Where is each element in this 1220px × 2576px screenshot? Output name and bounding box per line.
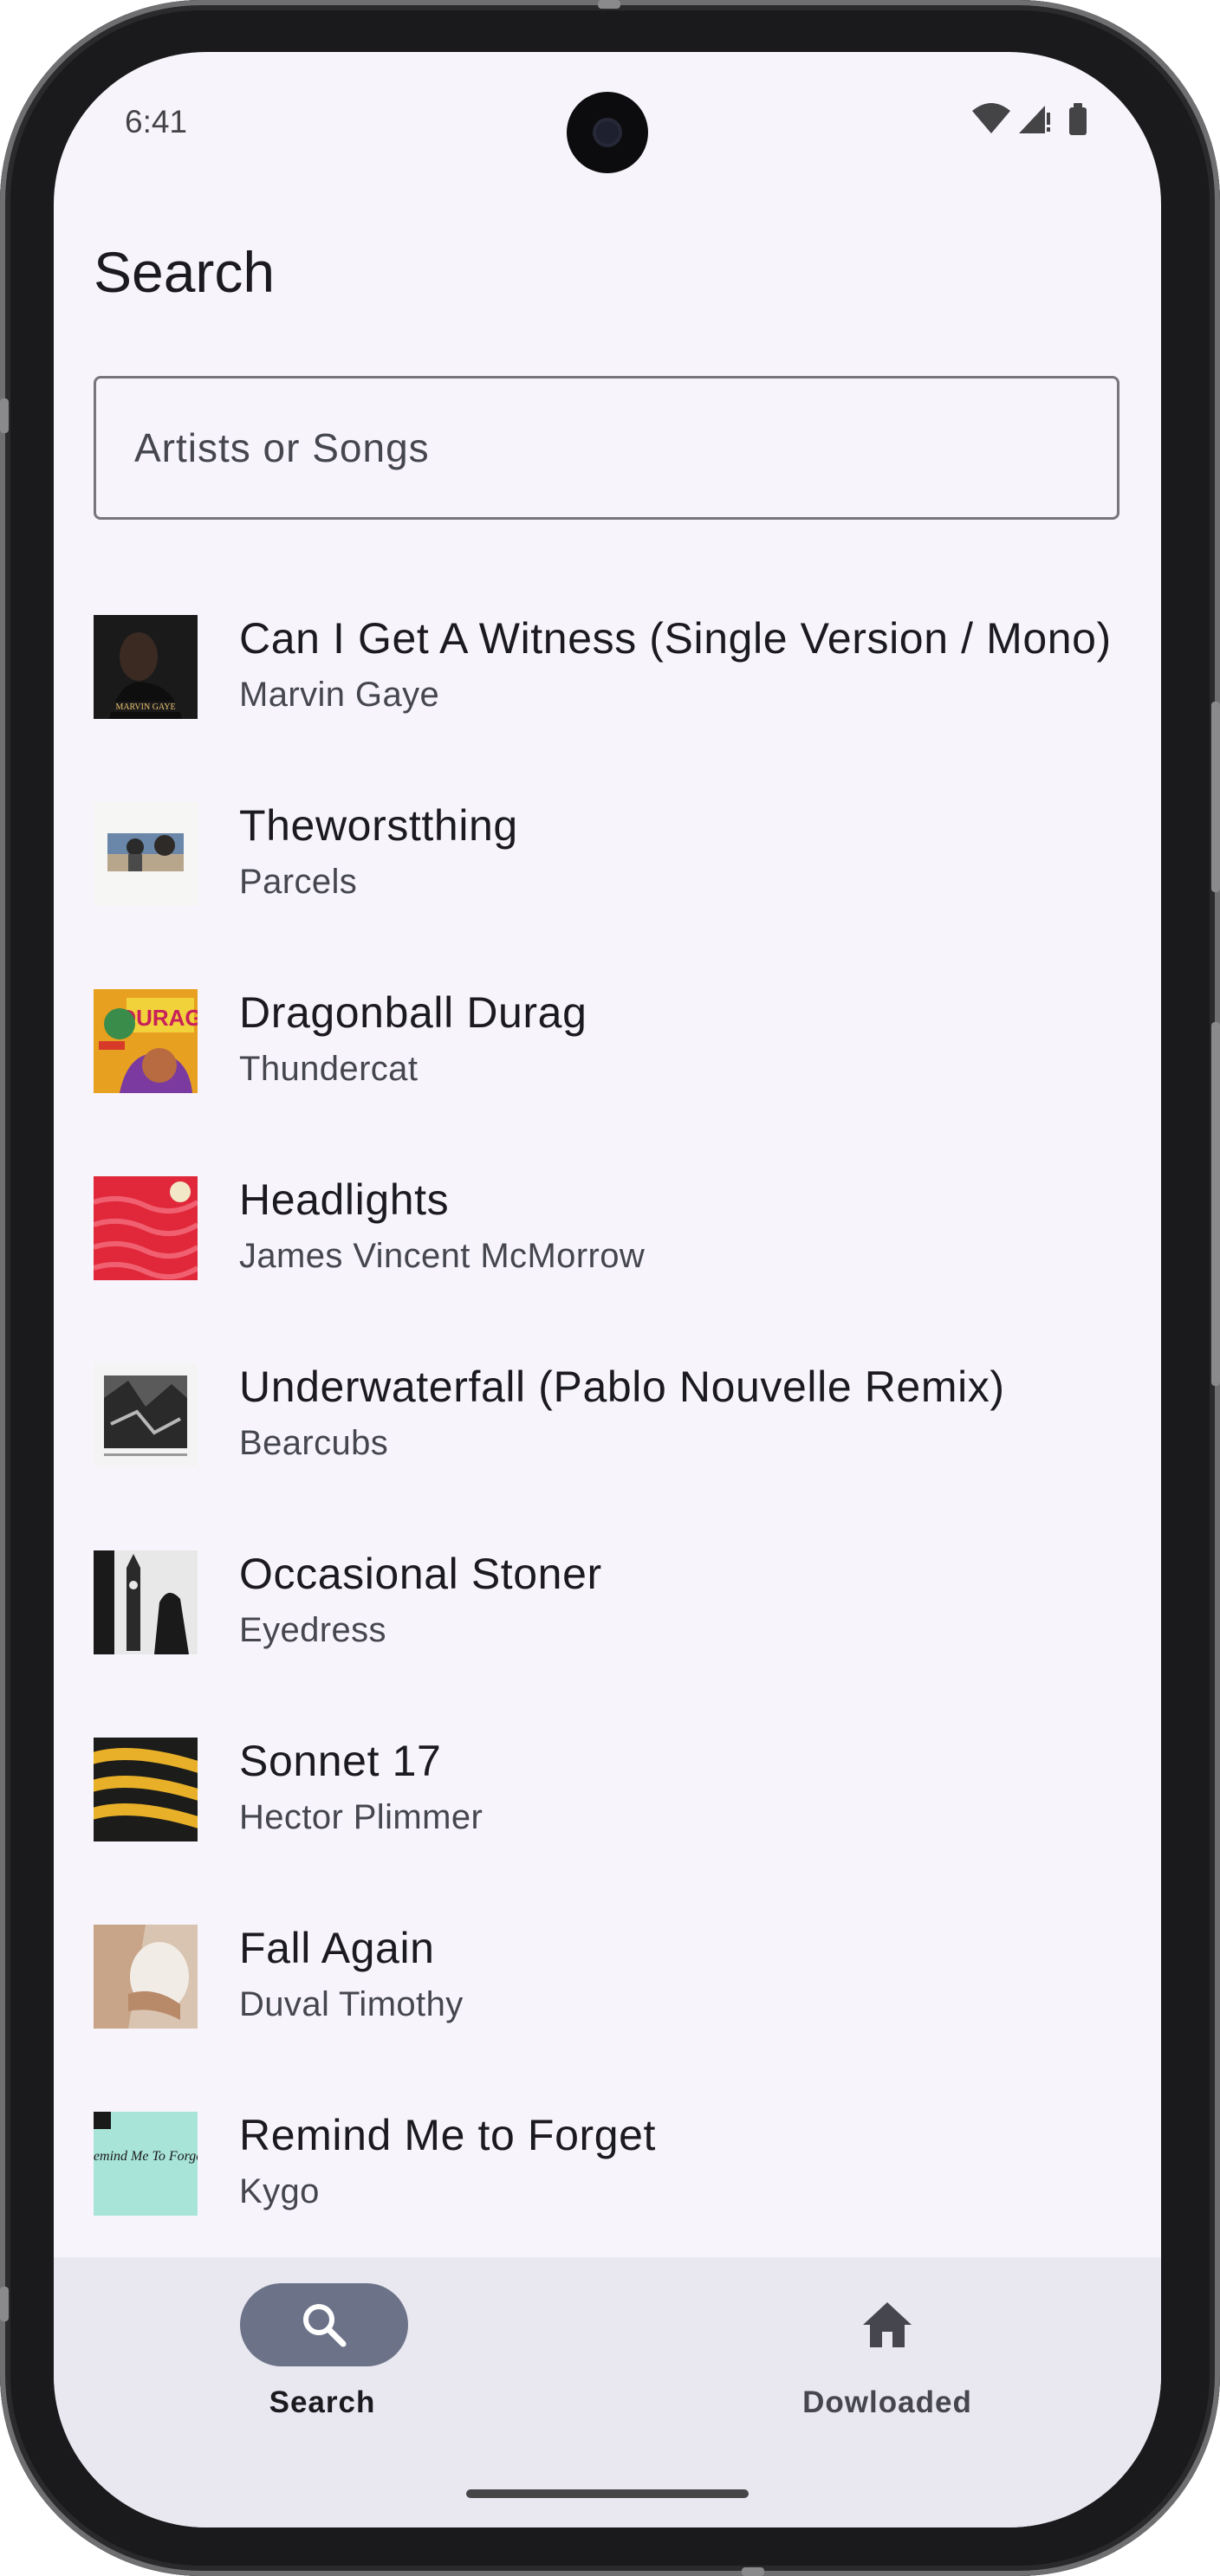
- song-artist: James Vincent McMorrow: [239, 1237, 646, 1275]
- song-title: Fall Again: [239, 1924, 435, 1972]
- nav-item-downloaded[interactable]: Dowloaded: [757, 2283, 1017, 2439]
- wifi-icon: [972, 103, 1010, 133]
- album-art: [94, 1176, 198, 1280]
- frame-notch: [0, 398, 9, 433]
- song-title: Sonnet 17: [239, 1737, 442, 1785]
- song-artist: Parcels: [239, 863, 358, 901]
- volume-button: [1211, 1022, 1220, 1386]
- search-icon: [303, 2304, 347, 2347]
- nav-item-search[interactable]: Search: [192, 2283, 452, 2439]
- song-artist: Hector Plimmer: [239, 1798, 483, 1836]
- song-title: Theworstthing: [239, 801, 518, 850]
- frame-notch: [598, 0, 620, 9]
- nav-label-search: Search: [269, 2385, 376, 2419]
- phone-frame: 6:41 Search Artists or Songs MARVIN GAYE…: [0, 0, 1220, 2576]
- list-item[interactable]: Occasional Stoner Eyedress: [54, 1550, 1161, 1738]
- list-item[interactable]: Remind Me To Forget Remind Me to Forget …: [54, 2111, 1161, 2261]
- list-item[interactable]: MARVIN GAYE Can I Get A Witness (Single …: [54, 614, 1161, 802]
- home-icon: [863, 2302, 912, 2347]
- list-item[interactable]: DURAG Dragonball Durag Thundercat: [54, 988, 1161, 1176]
- song-artist: Marvin Gaye: [239, 676, 440, 714]
- song-title: Dragonball Durag: [239, 988, 587, 1037]
- album-art: DURAG: [94, 989, 198, 1093]
- song-artist: Kygo: [239, 2172, 320, 2210]
- song-title: Can I Get A Witness (Single Version / Mo…: [239, 614, 1112, 663]
- list-item[interactable]: Theworstthing Parcels: [54, 801, 1161, 989]
- song-title: Occasional Stoner: [239, 1550, 602, 1598]
- frame-notch: [0, 2287, 9, 2321]
- song-title: Underwaterfall (Pablo Nouvelle Remix): [239, 1362, 1005, 1411]
- song-title: Remind Me to Forget: [239, 2111, 657, 2159]
- song-artist: Duval Timothy: [239, 1985, 464, 2023]
- album-art: [94, 1363, 198, 1467]
- active-indicator: [240, 2283, 408, 2366]
- album-art: Remind Me To Forget: [94, 2112, 198, 2216]
- album-art-text: Remind Me To Forget: [94, 2149, 198, 2164]
- album-art: [94, 1925, 198, 2029]
- power-button: [1211, 702, 1220, 892]
- song-artist: Thundercat: [239, 1050, 419, 1088]
- search-input[interactable]: [134, 379, 1087, 517]
- song-list[interactable]: MARVIN GAYE Can I Get A Witness (Single …: [54, 554, 1161, 2261]
- nav-label-downloaded: Dowloaded: [802, 2385, 972, 2419]
- song-artist: Bearcubs: [239, 1424, 389, 1462]
- home-indicator[interactable]: [466, 2489, 749, 2498]
- album-art: [94, 1550, 198, 1654]
- app-screen: 6:41 Search Artists or Songs MARVIN GAYE…: [54, 52, 1161, 2527]
- song-title: Headlights: [239, 1175, 450, 1224]
- search-field[interactable]: [94, 376, 1119, 520]
- list-item[interactable]: Sonnet 17 Hector Plimmer: [54, 1737, 1161, 1925]
- battery-icon: [1069, 103, 1087, 135]
- album-art-text: MARVIN GAYE: [115, 702, 175, 712]
- list-item[interactable]: Underwaterfall (Pablo Nouvelle Remix) Be…: [54, 1362, 1161, 1550]
- status-time: 6:41: [125, 104, 188, 139]
- frame-notch: [742, 2567, 764, 2576]
- list-item[interactable]: Fall Again Duval Timothy: [54, 1924, 1161, 2112]
- album-art: [94, 1738, 198, 1841]
- album-art: MARVIN GAYE: [94, 615, 198, 719]
- song-artist: Eyedress: [239, 1611, 386, 1649]
- list-item[interactable]: Headlights James Vincent McMorrow: [54, 1175, 1161, 1363]
- signal-icon: [1019, 106, 1050, 133]
- page-title: Search: [94, 240, 276, 304]
- bottom-navigation: Search Dowloaded: [54, 2257, 1161, 2527]
- album-art: [94, 802, 198, 906]
- status-icons: [972, 99, 1145, 142]
- camera-cutout: [567, 92, 648, 173]
